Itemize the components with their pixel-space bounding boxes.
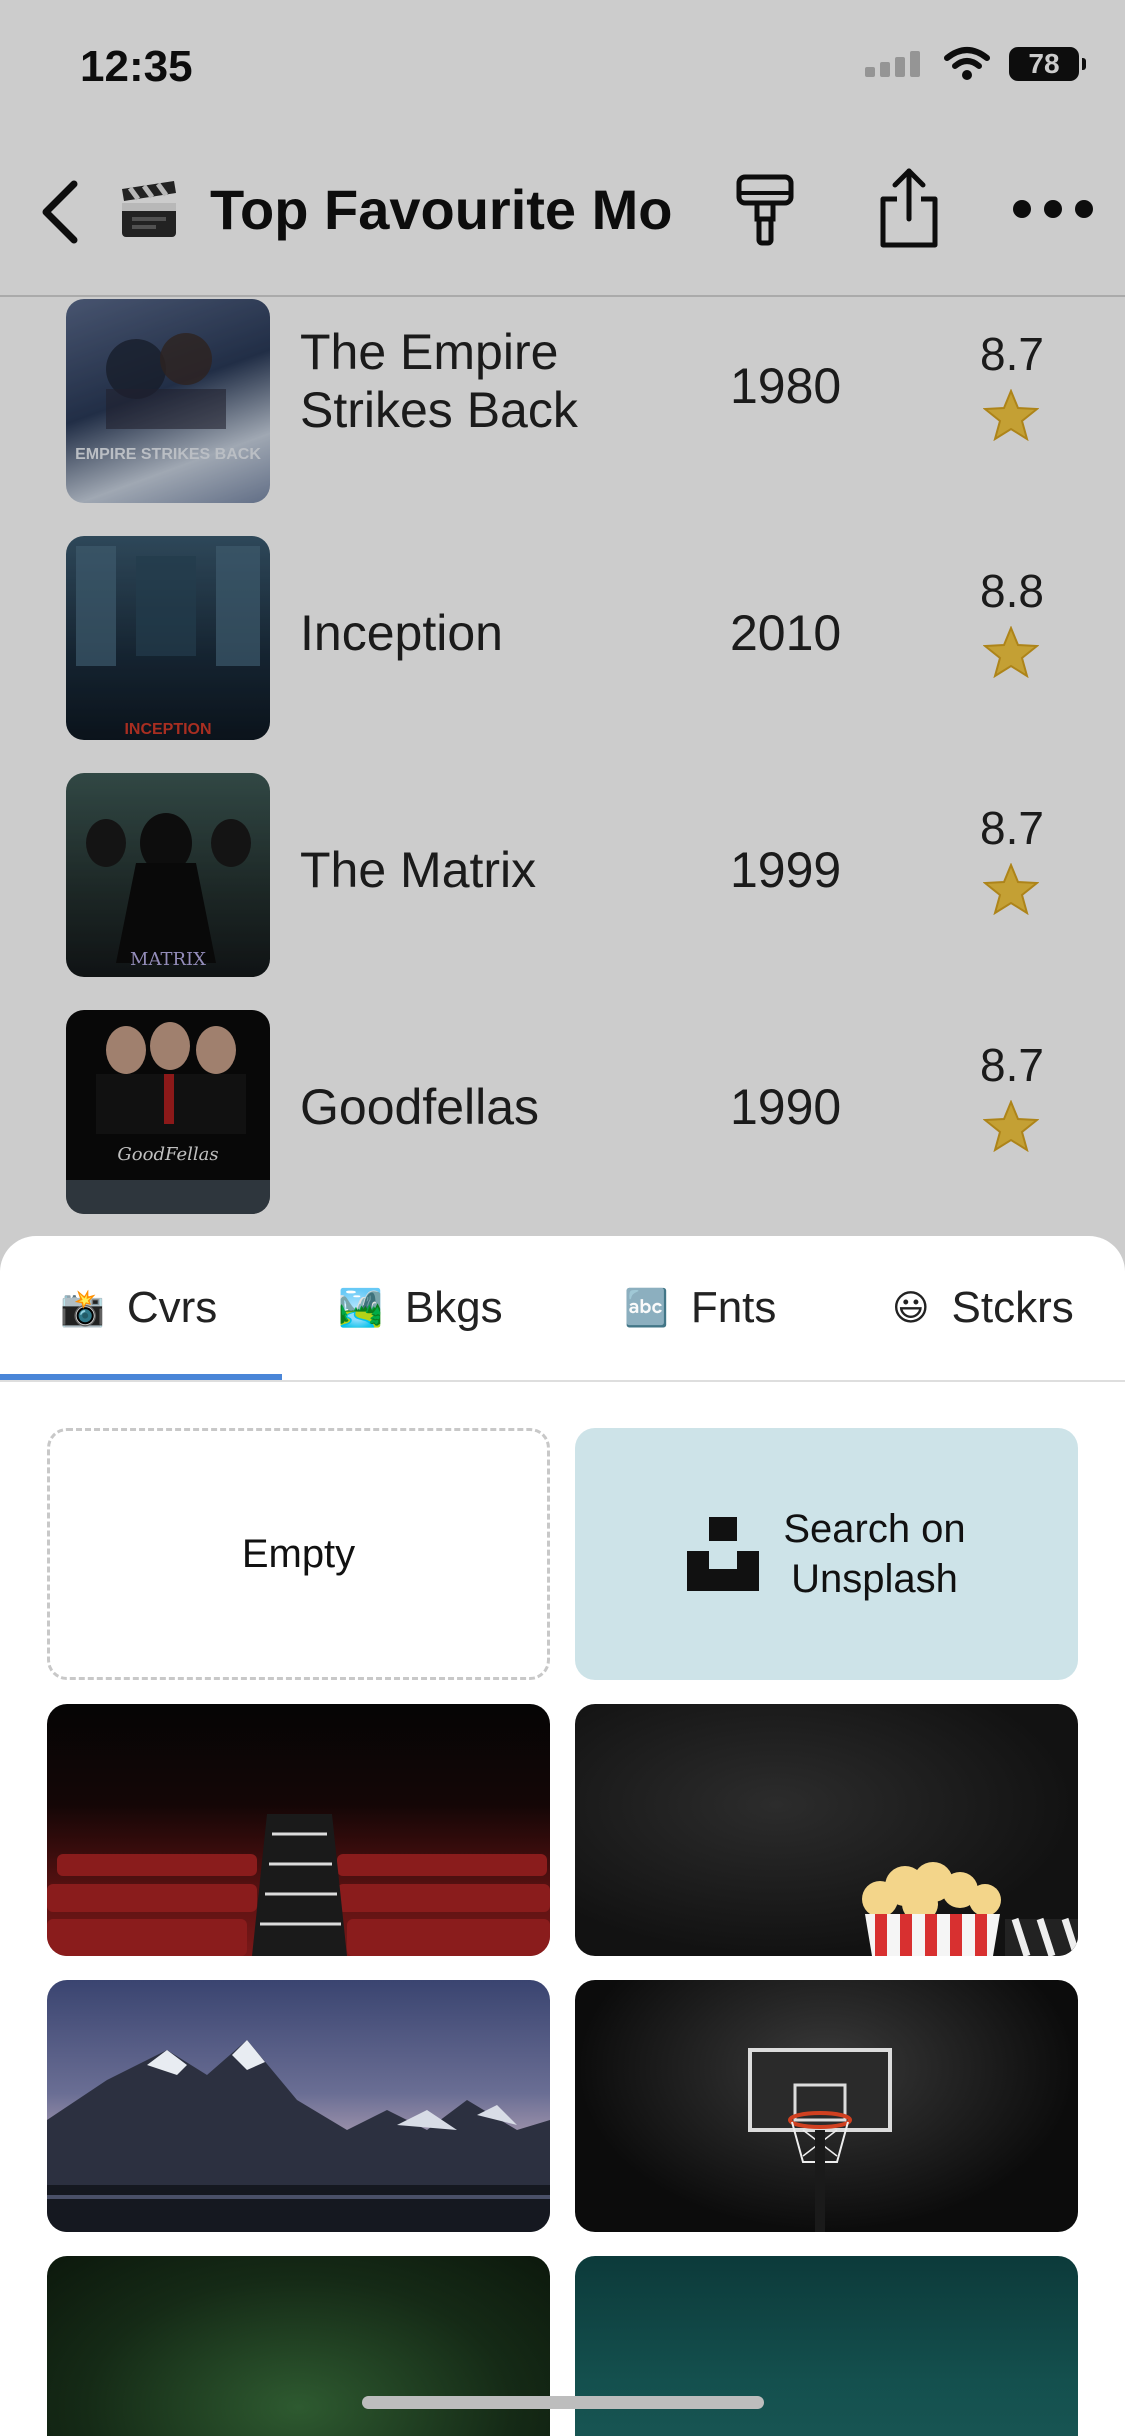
cover-tile-basketball[interactable] <box>575 1980 1078 2232</box>
share-icon[interactable] <box>877 167 941 249</box>
star-icon <box>983 863 1039 915</box>
search-unsplash-tile[interactable]: Search on Unsplash <box>575 1428 1078 1680</box>
basketball-hoop-image <box>748 2048 892 2232</box>
cover-tile-green[interactable] <box>47 2256 550 2436</box>
movie-rating: 8.7 <box>980 1039 1044 1091</box>
star-icon <box>983 626 1039 678</box>
tab-label: Fnts <box>690 1283 777 1332</box>
poster-art: MATRIX <box>86 813 251 970</box>
poster-art: INCEPTION <box>76 546 260 738</box>
tab-label: Stckrs <box>951 1283 1074 1332</box>
tab-label: Cvrs <box>126 1283 218 1332</box>
tab-covers[interactable]: 📸 Cvrs <box>60 1236 217 1380</box>
nav-bar: Top Favourite Mo <box>0 135 1125 297</box>
movie-title: Goodfellas <box>300 1079 540 1135</box>
status-bar: 12:35 78 <box>0 0 1125 135</box>
poster-caption: EMPIRE STRIKES BACK <box>75 446 261 463</box>
unsplash-label-line-1: Search on <box>783 1507 966 1551</box>
movie-poster: INCEPTION <box>66 536 270 740</box>
empty-label: Empty <box>241 1531 356 1576</box>
unsplash-label-line-2: Unsplash <box>791 1557 958 1601</box>
poster-caption: INCEPTION <box>124 721 211 738</box>
tab-stickers[interactable]: 😃 Stckrs <box>892 1236 1125 1380</box>
active-tab-indicator <box>0 1374 282 1380</box>
app-root: 12:35 78 Top Favourite Mo EMPIRE STRIKES… <box>0 0 1125 2436</box>
movie-poster: MATRIX <box>66 773 270 977</box>
tab-label: Bkgs <box>404 1283 503 1332</box>
chevron-left-icon <box>42 180 78 244</box>
movie-year: 1980 <box>730 358 842 414</box>
movie-row[interactable]: MATRIX The Matrix 1999 8.7 <box>0 771 1125 1008</box>
cover-tile-underwater[interactable] <box>575 2256 1078 2436</box>
paint-roller-icon[interactable] <box>735 171 795 247</box>
poster-art: EMPIRE STRIKES BACK <box>75 333 261 463</box>
status-time: 12:35 <box>80 42 193 91</box>
poster-caption: GoodFellas <box>117 1144 218 1165</box>
movie-title: The Empire Strikes Back <box>300 324 578 438</box>
movie-title: Inception <box>300 605 503 661</box>
dot-icon <box>1013 200 1031 218</box>
tab-backgrounds[interactable]: 🏞️ Bkgs <box>338 1236 503 1380</box>
covers-sheet: 📸 Cvrs 🏞️ Bkgs 🔤 Fnts 😃 Stckrs Empty Sea… <box>0 1236 1125 2436</box>
movie-title: The Matrix <box>300 842 537 898</box>
empty-cover-tile[interactable]: Empty <box>47 1428 550 1680</box>
cinema-seats-image <box>47 1814 550 1956</box>
cover-tile-mountains[interactable] <box>47 1980 550 2232</box>
list-screen: 12:35 78 Top Favourite Mo EMPIRE STRIKES… <box>0 0 1125 1451</box>
battery-indicator: 78 <box>1009 47 1086 81</box>
popcorn-image <box>862 1862 1078 1956</box>
cellular-signal-icon <box>865 51 925 77</box>
unsplash-label: Search on Unsplash <box>783 1504 965 1604</box>
clapper-board-icon <box>122 181 176 237</box>
home-indicator <box>362 2396 764 2409</box>
poster-art: GoodFellas <box>66 1022 270 1214</box>
movie-rating: 8.7 <box>980 328 1044 380</box>
wifi-icon <box>944 47 990 80</box>
movie-row[interactable]: GoodFellas Goodfellas 1990 8.7 <box>0 1008 1125 1245</box>
page-title: Top Favourite Mo <box>210 178 673 241</box>
cover-tile-cinema-seats[interactable] <box>47 1704 550 1956</box>
mountains-image <box>47 2040 550 2232</box>
star-icon <box>983 1100 1039 1152</box>
landscape-icon: 🏞️ <box>338 1287 383 1328</box>
cover-tile-popcorn[interactable] <box>575 1704 1078 1956</box>
movie-year: 2010 <box>730 605 842 661</box>
star-icon <box>983 389 1039 441</box>
smiley-icon: 😃 <box>892 1287 930 1328</box>
movie-year: 1990 <box>730 1079 842 1135</box>
movie-row[interactable]: INCEPTION Inception 2010 8.8 <box>0 534 1125 771</box>
tab-fonts[interactable]: 🔤 Fnts <box>624 1236 776 1380</box>
dot-icon <box>1075 200 1093 218</box>
back-button[interactable] <box>30 167 90 257</box>
status-icons: 78 <box>865 46 1086 82</box>
movie-poster: GoodFellas <box>66 1010 270 1214</box>
dot-icon <box>1044 200 1062 218</box>
sheet-tabs: 📸 Cvrs 🏞️ Bkgs 🔤 Fnts 😃 Stckrs <box>0 1236 1125 1382</box>
poster-caption: MATRIX <box>130 949 206 970</box>
movie-rating: 8.7 <box>980 802 1044 854</box>
abc-icon: 🔤 <box>624 1287 669 1328</box>
movie-poster: EMPIRE STRIKES BACK <box>66 299 270 503</box>
movie-year: 1999 <box>730 842 842 898</box>
movie-row[interactable]: EMPIRE STRIKES BACK The Empire Strikes B… <box>0 297 1125 534</box>
unsplash-icon <box>687 1517 760 1591</box>
camera-flash-icon: 📸 <box>60 1287 105 1328</box>
movie-rating: 8.8 <box>980 565 1044 617</box>
more-button[interactable] <box>1013 199 1093 219</box>
